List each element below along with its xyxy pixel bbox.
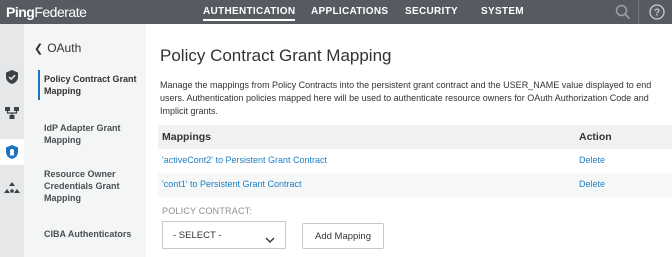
back-to-oauth[interactable]: ❮ OAuth [34,41,81,55]
top-separator [638,0,639,24]
network-icon[interactable] [3,104,21,122]
back-label: OAuth [47,41,82,55]
nav-security[interactable]: SECURITY [405,6,458,17]
page-description: Manage the mappings from Policy Contract… [160,80,652,116]
nav-applications[interactable]: APPLICATIONS [311,6,388,17]
select-value: - SELECT - [173,230,222,241]
table-row: 'cont1' to Persistent Grant Contract Del… [158,173,672,197]
svg-text:?: ? [654,8,660,19]
policy-contract-select[interactable]: - SELECT - [162,221,286,249]
mapping-link[interactable]: 'activeCont2' to Persistent Grant Contra… [162,155,327,165]
tokens-icon[interactable] [3,180,21,198]
search-icon[interactable] [614,3,632,21]
subnav-idp-adapter-grant-mapping[interactable]: IdP Adapter Grant Mapping [44,122,142,146]
logo-light-text: Federate [34,4,87,20]
header-action: Action [579,131,612,143]
subnav-policy-contract-grant-mapping[interactable]: Policy Contract Grant Mapping [44,73,142,97]
chevron-left-icon: ❮ [34,43,44,55]
help-icon[interactable]: ? [648,3,666,21]
page-title: Policy Contract Grant Mapping [160,46,392,65]
nav-system[interactable]: SYSTEM [481,6,524,17]
table-row: 'activeCont2' to Persistent Grant Contra… [158,149,672,173]
policy-contract-label: POLICY CONTRACT: [162,206,253,216]
chevron-down-icon [265,231,275,249]
mappings-table: Mappings Action 'activeCont2' to Persist… [158,125,672,197]
subnav-ciba-authenticators[interactable]: CIBA Authenticators [44,228,142,240]
active-indicator [38,70,40,100]
main-content: Policy Contract Grant Mapping Manage the… [146,24,672,257]
icon-rail [0,24,24,257]
table-header: Mappings Action [158,125,672,149]
delete-link[interactable]: Delete [579,179,605,189]
oauth-shield-icon[interactable] [0,139,24,165]
secondary-nav: ❮ OAuth Policy Contract Grant Mapping IdP… [24,24,146,257]
add-mapping-button[interactable]: Add Mapping [302,223,384,249]
header-mappings: Mappings [162,131,211,143]
mapping-link[interactable]: 'cont1' to Persistent Grant Contract [162,179,302,189]
top-nav-bar: PingFederate AUTHENTICATION APPLICATIONS… [0,0,672,24]
pingfederate-logo[interactable]: PingFederate [6,4,87,20]
logo-bold-text: Ping [6,4,35,20]
subnav-resource-owner-credentials-grant-mapping[interactable]: Resource Owner Credentials Grant Mapping [44,168,142,204]
nav-authentication[interactable]: AUTHENTICATION [203,6,296,21]
shield-check-icon[interactable] [3,68,21,86]
delete-link[interactable]: Delete [579,155,605,165]
